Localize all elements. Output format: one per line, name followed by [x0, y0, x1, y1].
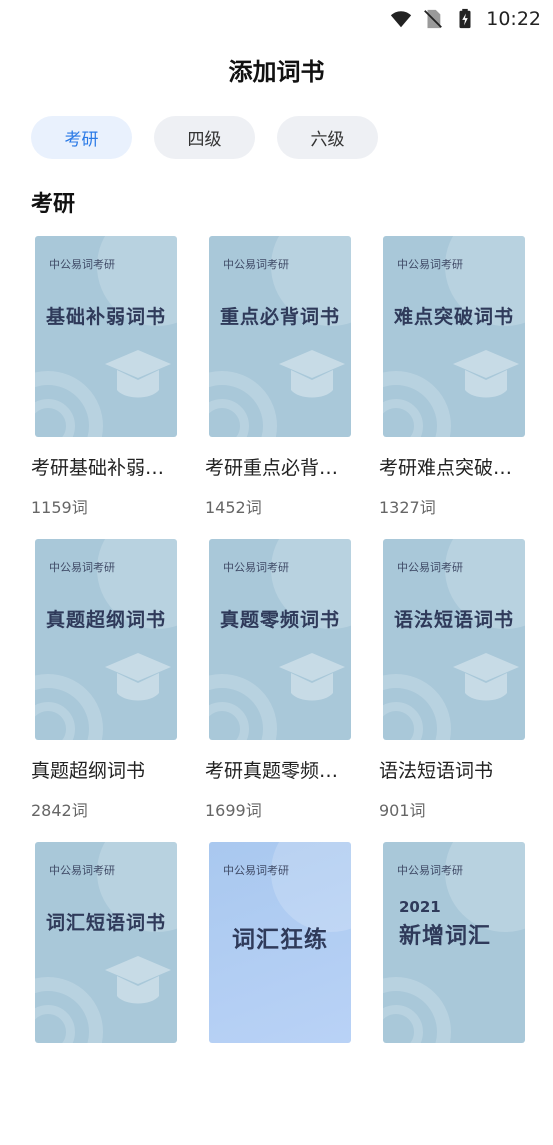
cover-brand: 中公易词考研 [223, 561, 289, 574]
book-card[interactable]: 中公易词考研 难点突破词书 考研难点突破词书 1327词 [379, 236, 529, 539]
section-title: 考研 [31, 192, 76, 217]
category-tabs: 考研 四级 六级 [31, 116, 378, 159]
cover-brand: 中公易词考研 [397, 561, 463, 574]
cover-brand: 中公易词考研 [223, 258, 289, 271]
book-name: 语法短语词书 [379, 760, 494, 782]
cover-title: 重点必背词书 [219, 306, 340, 328]
book-cover: 中公易词考研 真题零频词书 [209, 539, 351, 740]
cover-brand: 中公易词考研 [49, 258, 115, 271]
cover-brand: 中公易词考研 [397, 258, 463, 271]
word-count: 1159词 [31, 498, 88, 517]
book-name: 考研重点必背词书 [205, 457, 355, 479]
cover-year: 2021 [399, 898, 441, 916]
book-cover: 中公易词考研 真题超纲词书 [35, 539, 177, 740]
cover-title: 基础补弱词书 [45, 306, 166, 328]
book-name: 真题超纲词书 [31, 760, 146, 782]
book-card[interactable]: 中公易词考研 2021 新增词汇 [379, 842, 529, 1145]
clock: 10:22 [486, 8, 541, 30]
book-cover: 中公易词考研 词汇狂练 [209, 842, 351, 1043]
cover-title: 新增词汇 [399, 924, 492, 949]
cover-brand: 中公易词考研 [49, 561, 115, 574]
cover-title: 真题零频词书 [219, 609, 340, 631]
book-card[interactable]: 中公易词考研 词汇短语词书 [31, 842, 181, 1145]
tab-kaoyan[interactable]: 考研 [31, 116, 132, 159]
book-cover: 中公易词考研 词汇短语词书 [35, 842, 177, 1043]
book-cover: 中公易词考研 重点必背词书 [209, 236, 351, 437]
word-count: 1699词 [205, 801, 262, 820]
graduation-cap-icon [453, 350, 519, 398]
tab-cet6[interactable]: 六级 [277, 116, 378, 159]
cover-title: 语法短语词书 [393, 609, 514, 631]
book-cover: 中公易词考研 2021 新增词汇 [383, 842, 525, 1043]
cover-title: 真题超纲词书 [45, 609, 166, 631]
cover-title: 词汇短语词书 [45, 912, 166, 934]
book-name: 考研基础补弱词书 [31, 457, 181, 479]
book-grid: 中公易词考研 基础补弱词书 考研基础补弱词书 1159词 中公易词考研 重点必背… [31, 236, 529, 1145]
book-card[interactable]: 中公易词考研 重点必背词书 考研重点必背词书 1452词 [205, 236, 355, 539]
cover-brand: 中公易词考研 [223, 864, 289, 877]
graduation-cap-icon [279, 350, 345, 398]
graduation-cap-icon [453, 653, 519, 701]
graduation-cap-icon [105, 350, 171, 398]
book-card[interactable]: 中公易词考研 真题超纲词书 真题超纲词书 2842词 [31, 539, 181, 842]
cover-brand: 中公易词考研 [397, 864, 463, 877]
book-card[interactable]: 中公易词考研 基础补弱词书 考研基础补弱词书 1159词 [31, 236, 181, 539]
word-count: 1452词 [205, 498, 262, 517]
wifi-icon [391, 11, 412, 28]
no-sim-icon [424, 9, 443, 29]
word-count: 2842词 [31, 801, 88, 820]
page-title: 添加词书 [228, 58, 325, 86]
cover-title: 难点突破词书 [393, 306, 514, 328]
word-count: 1327词 [379, 498, 436, 517]
book-card[interactable]: 中公易词考研 语法短语词书 语法短语词书 901词 [379, 539, 529, 842]
graduation-cap-icon [105, 956, 171, 1004]
cover-title: 词汇狂练 [232, 927, 328, 953]
cover-brand: 中公易词考研 [49, 864, 115, 877]
battery-charging-icon [459, 8, 471, 29]
book-card[interactable]: 中公易词考研 真题零频词书 考研真题零频词书 1699词 [205, 539, 355, 842]
book-cover: 中公易词考研 基础补弱词书 [35, 236, 177, 437]
graduation-cap-icon [105, 653, 171, 701]
book-card[interactable]: 中公易词考研 词汇狂练 [205, 842, 355, 1145]
book-name: 考研真题零频词书 [205, 760, 355, 782]
status-bar: 10:22 [0, 0, 553, 38]
word-count: 901词 [379, 801, 426, 820]
book-name: 考研难点突破词书 [379, 457, 529, 479]
book-cover: 中公易词考研 语法短语词书 [383, 539, 525, 740]
graduation-cap-icon [279, 653, 345, 701]
book-cover: 中公易词考研 难点突破词书 [383, 236, 525, 437]
tab-cet4[interactable]: 四级 [154, 116, 255, 159]
